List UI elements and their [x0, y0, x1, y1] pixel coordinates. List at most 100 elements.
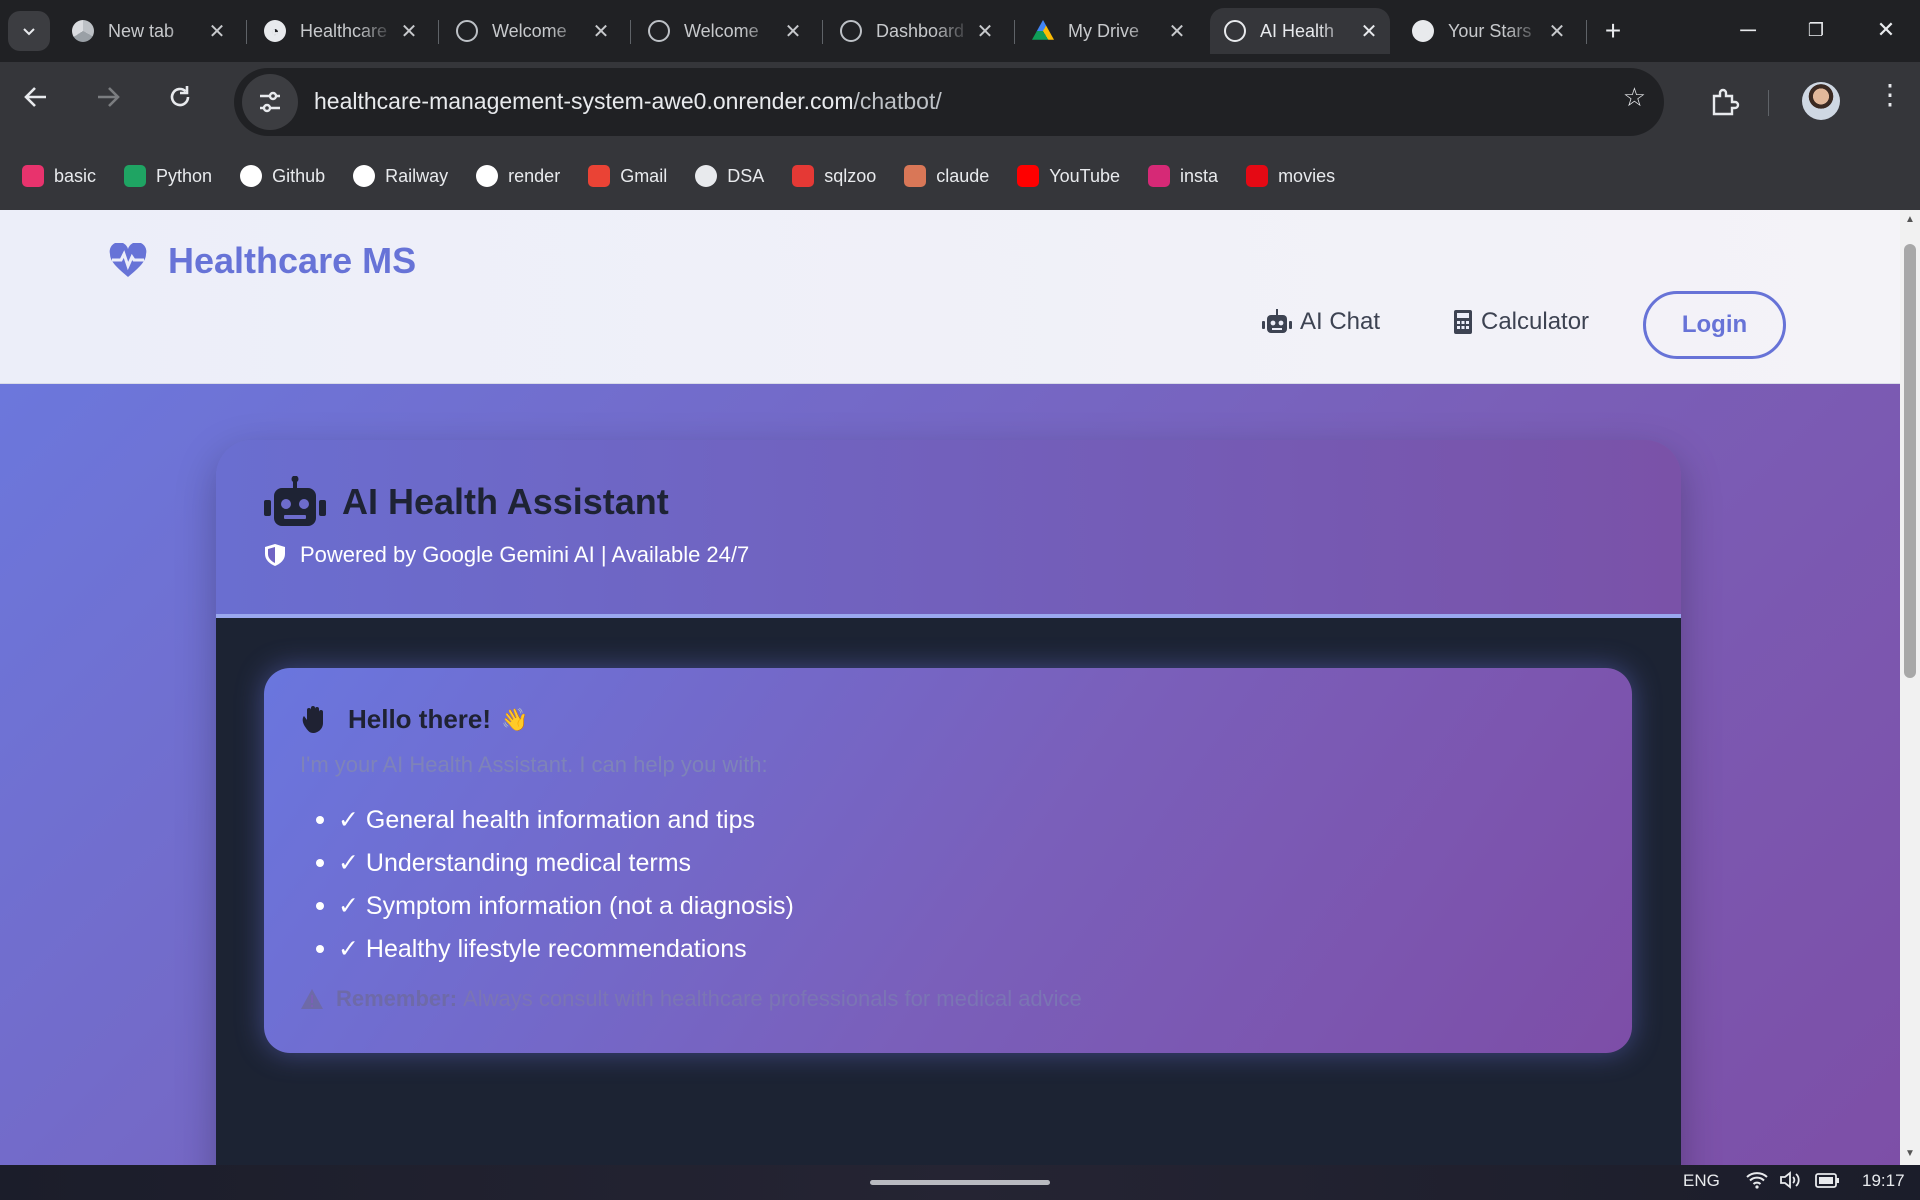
heartbeat-icon — [109, 243, 147, 277]
tab-search-button[interactable] — [8, 11, 50, 51]
battery-icon[interactable] — [1814, 1171, 1842, 1194]
google-drive-icon — [1032, 20, 1054, 40]
bookmark-label: Python — [156, 165, 213, 186]
forward-button[interactable] — [88, 82, 128, 122]
gmail-icon — [588, 165, 611, 187]
close-tab-icon[interactable]: ✕ — [780, 19, 806, 44]
robot-icon — [264, 476, 326, 526]
github-icon — [1412, 20, 1434, 42]
scrollbar-thumb[interactable] — [1904, 244, 1916, 678]
nav-ai-chat[interactable]: AI Chat — [1262, 308, 1380, 336]
language-indicator[interactable]: ENG — [1683, 1171, 1720, 1191]
new-tab-button[interactable]: + — [1596, 14, 1630, 48]
instagram-icon — [1148, 165, 1171, 187]
bookmark-youtube[interactable]: YouTube — [1017, 165, 1120, 187]
bookmark-label: movies — [1278, 165, 1336, 186]
volume-icon[interactable] — [1779, 1171, 1803, 1194]
robot-icon — [1262, 309, 1292, 333]
bookmark-label: Gmail — [620, 165, 668, 186]
extensions-icon[interactable] — [1704, 82, 1744, 122]
disclaimer-note: Remember: Always consult with healthcare… — [300, 986, 1082, 1012]
chat-card: AI Health Assistant Powered by Google Ge… — [216, 440, 1681, 1165]
globe-icon — [456, 20, 478, 42]
bookmark-movies[interactable]: movies — [1246, 165, 1335, 187]
scroll-down-icon[interactable]: ▼ — [1904, 1148, 1916, 1160]
bookmark-sqlzoo[interactable]: sqlzoo — [792, 165, 876, 187]
reload-button[interactable] — [160, 82, 200, 122]
github-icon — [240, 165, 263, 187]
back-button[interactable] — [16, 82, 56, 122]
list-item: ✓ Understanding medical terms — [314, 841, 794, 884]
page-title: AI Health Assistant — [264, 476, 669, 528]
globe-icon — [840, 20, 862, 42]
tab-welcome-2[interactable]: Welcome ✕ — [634, 8, 814, 54]
list-item: ✓ Symptom information (not a diagnosis) — [314, 884, 794, 927]
bookmark-railway[interactable]: Railway — [353, 165, 448, 187]
scroll-up-icon[interactable]: ▲ — [1904, 214, 1916, 226]
intro-text: I'm your AI Health Assistant. I can help… — [300, 752, 768, 777]
tab-ai-health[interactable]: AI Health ✕ — [1210, 8, 1390, 54]
url-text[interactable]: healthcare-management-system-awe0.onrend… — [314, 88, 942, 115]
login-button[interactable]: Login — [1643, 291, 1786, 359]
bookmark-label: Github — [272, 165, 326, 186]
bookmark-label: basic — [54, 165, 97, 186]
close-tab-icon[interactable]: ✕ — [1544, 19, 1570, 44]
wave-emoji: 👋 — [501, 706, 529, 732]
close-tab-icon[interactable]: ✕ — [204, 19, 230, 44]
bookmark-insta[interactable]: insta — [1148, 165, 1218, 187]
tab-welcome-1[interactable]: Welcome ✕ — [442, 8, 622, 54]
bookmark-star-icon[interactable]: ☆ — [1623, 82, 1646, 113]
capabilities-list: ✓ General health information and tips ✓ … — [314, 798, 794, 970]
bookmark-github[interactable]: Github — [240, 165, 325, 187]
minimize-button[interactable]: ─ — [1728, 10, 1768, 50]
address-bar[interactable]: healthcare-management-system-awe0.onrend… — [234, 68, 1664, 136]
nav-calculator[interactable]: Calculator — [1453, 308, 1589, 336]
list-item: ✓ General health information and tips — [314, 798, 794, 841]
globe-icon — [648, 20, 670, 42]
bookmark-python[interactable]: Python — [124, 165, 212, 187]
tune-icon — [260, 91, 280, 113]
shield-icon — [265, 544, 285, 566]
close-tab-icon[interactable]: ✕ — [588, 19, 614, 44]
wifi-icon[interactable] — [1746, 1171, 1768, 1194]
render-icon: ◔ — [264, 20, 286, 42]
calculator-icon — [1454, 310, 1472, 334]
claude-icon — [904, 165, 927, 187]
bookmarks-bar: basic Python Github Railway render Gmail DSA sq… — [0, 142, 1920, 210]
site-info-button[interactable] — [242, 74, 298, 130]
tab-new-tab[interactable]: New tab ✕ — [58, 8, 238, 54]
bookmark-render[interactable]: render — [476, 165, 560, 187]
page-viewport: Healthcare MS AI Chat Calculator Login A… — [0, 210, 1900, 1165]
close-window-button[interactable]: ✕ — [1866, 10, 1906, 50]
bookmark-label: DSA — [727, 165, 765, 186]
bookmark-claude[interactable]: claude — [904, 165, 989, 187]
clock-time[interactable]: 19:17 — [1862, 1171, 1905, 1191]
page-scrollbar[interactable]: ▲ ▼ — [1900, 210, 1920, 1165]
close-tab-icon[interactable]: ✕ — [972, 19, 998, 44]
list-item: ✓ Healthy lifestyle recommendations — [314, 927, 794, 970]
profile-avatar[interactable] — [1802, 82, 1840, 120]
tab-healthcare[interactable]: ◔ Healthcare ✕ — [250, 8, 430, 54]
brand-logo[interactable]: Healthcare MS — [108, 240, 416, 282]
bookmark-label: insta — [1180, 165, 1219, 186]
more-menu-icon[interactable]: ⋮ — [1876, 78, 1904, 111]
tab-your-stars[interactable]: Your Stars ✕ — [1398, 8, 1578, 54]
restore-button[interactable]: ❐ — [1796, 10, 1836, 50]
bookmark-dsa[interactable]: DSA — [695, 165, 764, 187]
tab-my-drive[interactable]: My Drive ✕ — [1018, 8, 1198, 54]
home-gesture-handle[interactable] — [870, 1180, 1050, 1185]
rocket-icon — [695, 165, 718, 187]
tab-strip: New tab ✕ ◔ Healthcare ✕ Welcome ✕ Welco… — [0, 0, 1920, 62]
close-tab-icon[interactable]: ✕ — [1164, 19, 1190, 44]
close-tab-icon[interactable]: ✕ — [396, 19, 422, 44]
bookmark-gmail[interactable]: Gmail — [588, 165, 667, 187]
reload-icon — [170, 86, 190, 107]
browser-toolbar: healthcare-management-system-awe0.onrend… — [0, 62, 1920, 142]
hand-wave-icon — [302, 705, 323, 733]
greeting-heading: Hello there! 👋 — [300, 704, 528, 735]
bookmark-basic[interactable]: basic — [22, 165, 96, 187]
warning-icon — [301, 989, 323, 1009]
tab-dashboard[interactable]: Dashboard ✕ — [826, 8, 1006, 54]
bookmark-label: claude — [936, 165, 990, 186]
close-tab-icon[interactable]: ✕ — [1356, 19, 1382, 44]
